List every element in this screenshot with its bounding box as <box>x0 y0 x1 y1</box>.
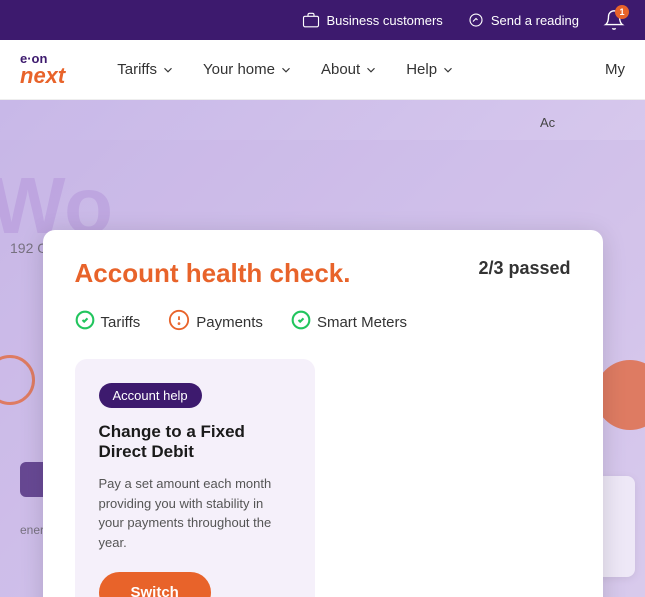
ac-label: Ac <box>540 115 630 130</box>
check-item-smart-meters: Smart Meters <box>291 310 407 335</box>
card-title: Change to a Fixed Direct Debit <box>99 422 291 462</box>
modal-overlay: Account health check. 2/3 passed Tariffs <box>0 140 645 597</box>
business-customers-link[interactable]: Business customers <box>302 11 442 29</box>
chevron-down-icon <box>279 63 293 77</box>
check-green-icon-smart <box>291 310 311 335</box>
check-label-tariffs: Tariffs <box>101 314 141 331</box>
meter-icon <box>467 11 485 29</box>
check-items-row: Tariffs Payments Smart Meters <box>75 309 571 335</box>
account-help-card: Account help Change to a Fixed Direct De… <box>75 359 315 597</box>
notification-bell[interactable]: 1 <box>603 9 625 31</box>
logo[interactable]: e·on next <box>20 52 65 87</box>
health-check-modal: Account health check. 2/3 passed Tariffs <box>43 230 603 597</box>
notification-badge: 1 <box>615 5 629 19</box>
nav-your-home[interactable]: Your home <box>191 53 305 86</box>
briefcase-icon <box>302 11 320 29</box>
modal-title: Account health check. <box>75 258 351 289</box>
warning-icon <box>168 309 190 335</box>
top-bar: Business customers Send a reading 1 <box>0 0 645 40</box>
card-tag: Account help <box>99 383 202 408</box>
chevron-down-icon <box>364 63 378 77</box>
right-panel: Ac <box>525 100 645 145</box>
modal-header: Account health check. 2/3 passed <box>75 258 571 289</box>
card-description: Pay a set amount each month providing yo… <box>99 474 291 552</box>
chevron-down-icon <box>441 63 455 77</box>
nav-about[interactable]: About <box>309 53 390 86</box>
check-item-payments: Payments <box>168 309 263 335</box>
switch-button[interactable]: Switch <box>99 572 211 597</box>
nav-help[interactable]: Help <box>394 53 467 86</box>
nav-my-account[interactable]: My <box>605 61 625 78</box>
nav-bar: e·on next Tariffs Your home About Help M… <box>0 40 645 100</box>
main-content: Wo 192 G Ac energy by t paym payme ment … <box>0 100 645 597</box>
check-label-smart-meters: Smart Meters <box>317 314 407 331</box>
passed-badge: 2/3 passed <box>478 258 570 279</box>
check-label-payments: Payments <box>196 314 263 331</box>
check-item-tariffs: Tariffs <box>75 310 141 335</box>
check-green-icon <box>75 310 95 335</box>
send-reading-link[interactable]: Send a reading <box>467 11 579 29</box>
chevron-down-icon <box>161 63 175 77</box>
nav-items: Tariffs Your home About Help My <box>105 53 625 86</box>
logo-next: next <box>20 65 65 87</box>
nav-tariffs[interactable]: Tariffs <box>105 53 187 86</box>
